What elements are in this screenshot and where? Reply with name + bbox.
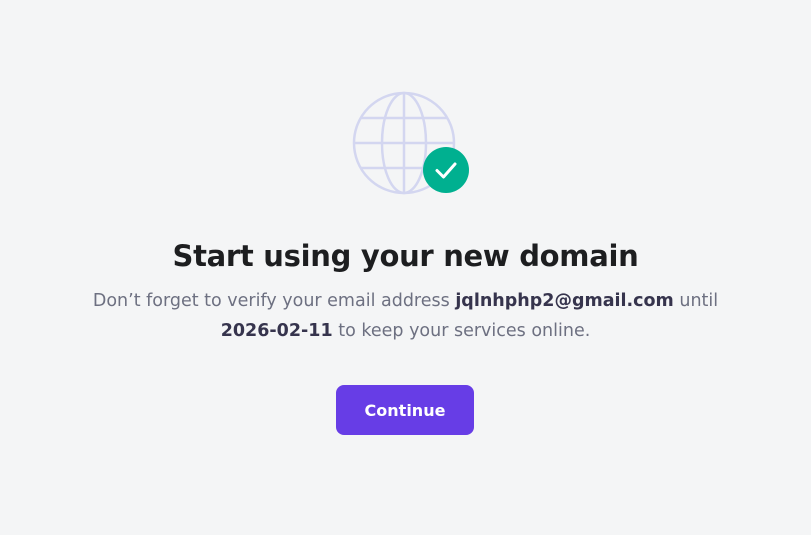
verification-page: Start using your new domain Don’t forget…	[0, 0, 811, 535]
verification-message: Don’t forget to verify your email addres…	[60, 286, 751, 346]
continue-button[interactable]: Continue	[336, 385, 474, 435]
check-icon	[423, 147, 469, 193]
email-address: jqlnhphp2@gmail.com	[455, 291, 674, 311]
domain-illustration	[352, 91, 472, 197]
deadline-date: 2026-02-11	[220, 321, 333, 341]
message-middle: until	[673, 291, 719, 311]
message-suffix: to keep your services online.	[332, 321, 591, 341]
message-prefix: Don’t forget to verify your email addres…	[92, 291, 456, 311]
page-title: Start using your new domain	[172, 239, 639, 273]
